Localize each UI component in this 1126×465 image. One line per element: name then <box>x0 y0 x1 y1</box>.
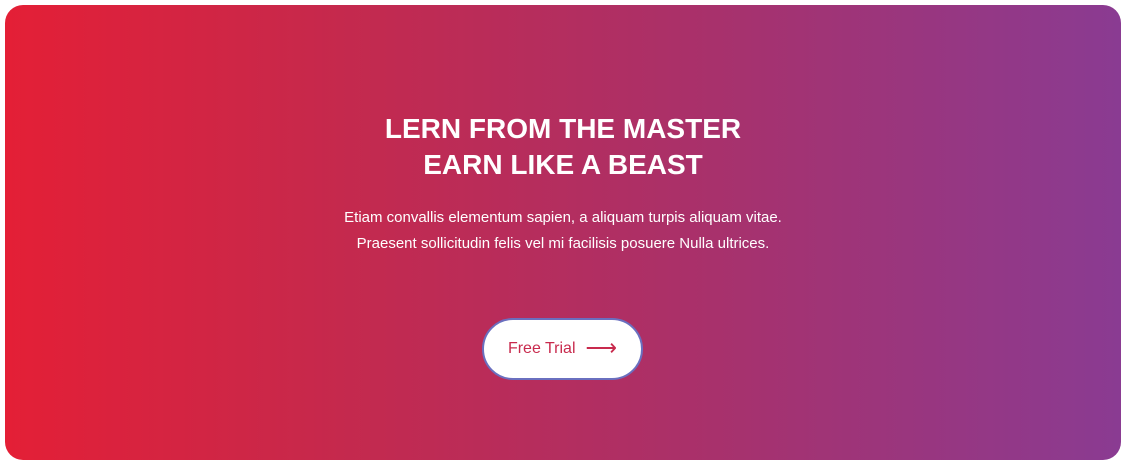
headline-line-2: EARN LIKE A BEAST <box>423 149 703 180</box>
arrow-right-icon: ⟶ <box>585 334 618 360</box>
hero-description: Etiam convallis elementum sapien, a aliq… <box>5 205 1121 257</box>
hero-banner: LERN FROM THE MASTER EARN LIKE A BEAST E… <box>5 5 1121 460</box>
free-trial-button[interactable]: Free Trial ⟶ <box>482 318 643 380</box>
free-trial-label: Free Trial <box>507 340 576 357</box>
headline-line-1: LERN FROM THE MASTER <box>384 113 742 144</box>
description-line-1: Etiam convallis elementum sapien, a aliq… <box>344 209 782 226</box>
hero-headline: LERN FROM THE MASTER EARN LIKE A BEAST <box>5 111 1121 183</box>
description-line-2: Praesent sollicitudin felis vel mi facil… <box>356 235 770 252</box>
